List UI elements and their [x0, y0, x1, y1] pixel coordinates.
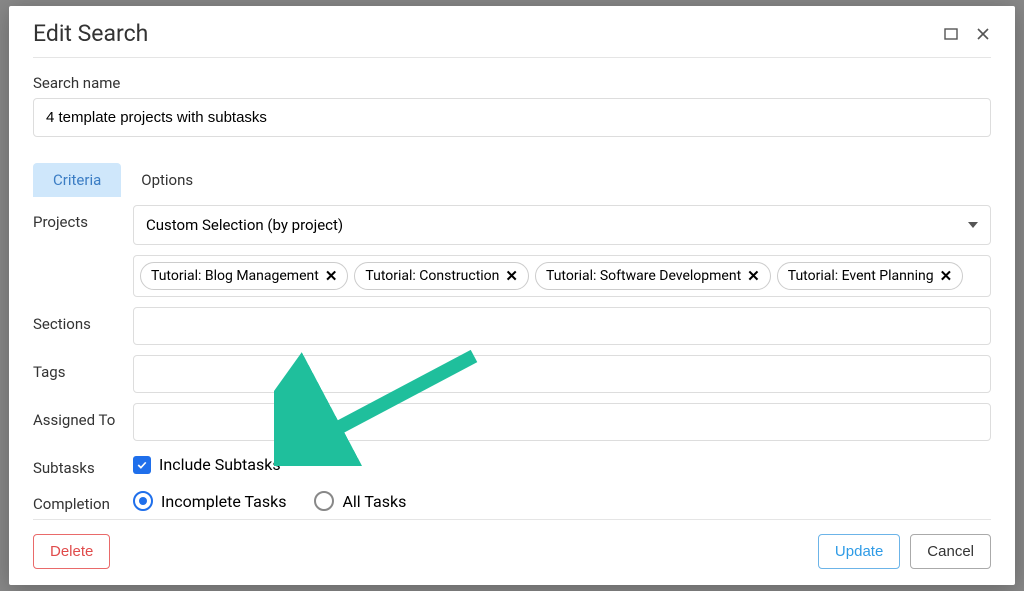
assigned-to-input[interactable] [133, 403, 991, 441]
sections-input[interactable] [133, 307, 991, 345]
projects-select[interactable]: Custom Selection (by project) [133, 205, 991, 245]
chip-remove-icon[interactable]: ✕ [747, 267, 760, 285]
completion-label: Completion [33, 487, 133, 513]
radio-incomplete-tasks[interactable]: Incomplete Tasks [133, 491, 286, 511]
assigned-to-label: Assigned To [33, 403, 133, 429]
dialog-footer: Delete Update Cancel [33, 519, 991, 569]
tab-options[interactable]: Options [121, 163, 213, 197]
projects-label: Projects [33, 205, 133, 231]
tabs: Criteria Options [33, 163, 991, 197]
radio-dot-icon [133, 491, 153, 511]
cancel-button[interactable]: Cancel [910, 534, 991, 569]
project-chip[interactable]: Tutorial: Blog Management ✕ [140, 262, 348, 290]
search-name-label: Search name [33, 74, 991, 92]
projects-select-value: Custom Selection (by project) [146, 216, 343, 234]
edit-search-dialog: Edit Search Search name Criteria Options… [9, 6, 1015, 585]
project-chip[interactable]: Tutorial: Software Development ✕ [535, 262, 771, 290]
tab-criteria[interactable]: Criteria [33, 163, 121, 197]
search-name-input[interactable] [33, 98, 991, 137]
dialog-title: Edit Search [33, 20, 943, 47]
dialog-body: Search name Criteria Options Projects Cu… [33, 58, 991, 519]
chip-remove-icon[interactable]: ✕ [325, 267, 338, 285]
chip-label: Tutorial: Event Planning [788, 268, 934, 284]
chip-remove-icon[interactable]: ✕ [940, 267, 953, 285]
radio-label: All Tasks [342, 492, 406, 511]
chip-label: Tutorial: Construction [365, 268, 499, 284]
include-subtasks-checkbox[interactable] [133, 456, 151, 474]
project-chip[interactable]: Tutorial: Construction ✕ [354, 262, 529, 290]
dialog-header: Edit Search [33, 6, 991, 58]
chip-label: Tutorial: Software Development [546, 268, 741, 284]
update-button[interactable]: Update [818, 534, 900, 569]
tags-label: Tags [33, 355, 133, 381]
projects-chip-container[interactable]: Tutorial: Blog Management ✕ Tutorial: Con… [133, 255, 991, 297]
chip-remove-icon[interactable]: ✕ [505, 267, 518, 285]
close-icon[interactable] [975, 26, 991, 42]
radio-label: Incomplete Tasks [161, 492, 286, 511]
include-subtasks-label: Include Subtasks [159, 455, 281, 474]
maximize-icon[interactable] [943, 26, 959, 42]
sections-label: Sections [33, 307, 133, 333]
subtasks-label: Subtasks [33, 451, 133, 477]
chip-label: Tutorial: Blog Management [151, 268, 319, 284]
radio-all-tasks[interactable]: All Tasks [314, 491, 406, 511]
tags-input[interactable] [133, 355, 991, 393]
chevron-down-icon [968, 222, 978, 228]
project-chip[interactable]: Tutorial: Event Planning ✕ [777, 262, 963, 290]
delete-button[interactable]: Delete [33, 534, 110, 569]
radio-dot-icon [314, 491, 334, 511]
